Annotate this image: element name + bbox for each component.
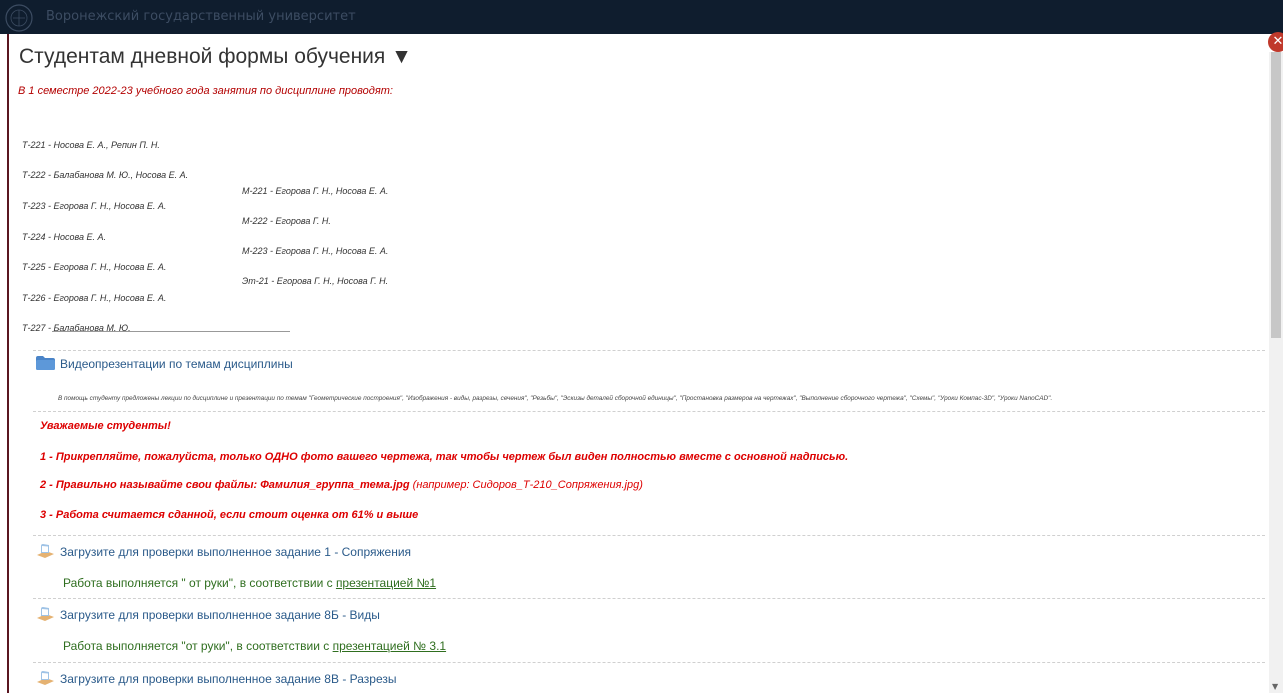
section-divider bbox=[52, 331, 290, 332]
group-line: Т-226 - Егорова Г. Н., Носова Е. А. bbox=[22, 293, 167, 303]
assignment-note: Работа выполняется " от руки", в соответ… bbox=[63, 576, 436, 590]
video-folder-link[interactable]: Видеопрезентации по темам дисциплины bbox=[60, 357, 293, 371]
course-section-panel: Студентам дневной формы обучения ▼ В 1 с… bbox=[9, 34, 1269, 693]
university-name[interactable]: Воронежский государственный университет bbox=[46, 9, 356, 24]
assignment-icon[interactable] bbox=[36, 671, 55, 686]
activity-separator bbox=[33, 350, 1265, 351]
assignment-link[interactable]: Загрузите для проверки выполненное задан… bbox=[60, 672, 397, 686]
activity-separator bbox=[33, 662, 1265, 663]
assignment-note-text: Работа выполняется "от руки", в соответс… bbox=[63, 639, 333, 653]
section-title[interactable]: Студентам дневной формы обучения ▼ bbox=[19, 45, 412, 69]
activity-separator bbox=[33, 535, 1265, 536]
notice-rule-2: 2 - Правильно называйте свои файлы: Фами… bbox=[40, 479, 643, 491]
university-logo-icon bbox=[5, 4, 33, 32]
activity-separator bbox=[33, 598, 1265, 599]
group-line: Т-222 - Балабанова М. Ю., Носова Е. А. bbox=[22, 170, 189, 180]
close-button[interactable]: ✕ bbox=[1268, 32, 1283, 52]
scroll-down-icon[interactable]: ▼ bbox=[1272, 682, 1278, 691]
assignment-link[interactable]: Загрузите для проверки выполненное задан… bbox=[60, 545, 411, 559]
assignment-note: Работа выполняется "от руки", в соответс… bbox=[63, 639, 446, 653]
group-line: Т-223 - Егорова Г. Н., Носова Е. А. bbox=[22, 201, 167, 211]
group-line: М-222 - Егорова Г. Н. bbox=[242, 216, 331, 226]
semester-note: В 1 семестре 2022-23 учебного года занят… bbox=[18, 85, 393, 97]
activity-separator bbox=[33, 411, 1265, 412]
page-left-edge bbox=[0, 34, 9, 693]
assignment-icon[interactable] bbox=[36, 544, 55, 559]
group-line: М-223 - Егорова Г. Н., Носова Е. А. bbox=[242, 246, 389, 256]
top-bar: Воронежский государственный университет bbox=[0, 0, 1283, 34]
video-folder-description: В помощь студенту предложены лекции по д… bbox=[58, 395, 1053, 402]
assignment-icon[interactable] bbox=[36, 607, 55, 622]
notice-rule-2-example: (например: Сидоров_Т-210_Сопряжения.jpg) bbox=[412, 479, 643, 491]
presentation-link[interactable]: презентацией №1 bbox=[336, 576, 436, 590]
notice-rule-1: 1 - Прикрепляйте, пожалуйста, только ОДН… bbox=[40, 451, 849, 463]
assignment-link[interactable]: Загрузите для проверки выполненное задан… bbox=[60, 608, 380, 622]
group-line: Эт-21 - Егорова Г. Н., Носова Г. Н. bbox=[242, 276, 389, 286]
scrollbar[interactable]: ▼ bbox=[1269, 52, 1283, 693]
notice-rule-2-main: 2 - Правильно называйте свои файлы: Фами… bbox=[40, 479, 410, 491]
group-line: Т-225 - Егорова Г. Н., Носова Е. А. bbox=[22, 262, 167, 272]
folder-icon[interactable] bbox=[36, 356, 55, 370]
presentation-link[interactable]: презентацией № 3.1 bbox=[333, 639, 446, 653]
notice-rule-3: 3 - Работа считается сданной, если стоит… bbox=[40, 509, 419, 521]
group-line: Т-221 - Носова Е. А., Репин П. Н. bbox=[22, 140, 160, 150]
assignment-note-text: Работа выполняется " от руки", в соответ… bbox=[63, 576, 336, 590]
group-line: Т-224 - Носова Е. А. bbox=[22, 232, 107, 242]
group-line: М-221 - Егорова Г. Н., Носова Е. А. bbox=[242, 186, 389, 196]
notice-heading: Уважаемые студенты! bbox=[40, 420, 171, 432]
scrollbar-thumb[interactable] bbox=[1271, 52, 1281, 338]
